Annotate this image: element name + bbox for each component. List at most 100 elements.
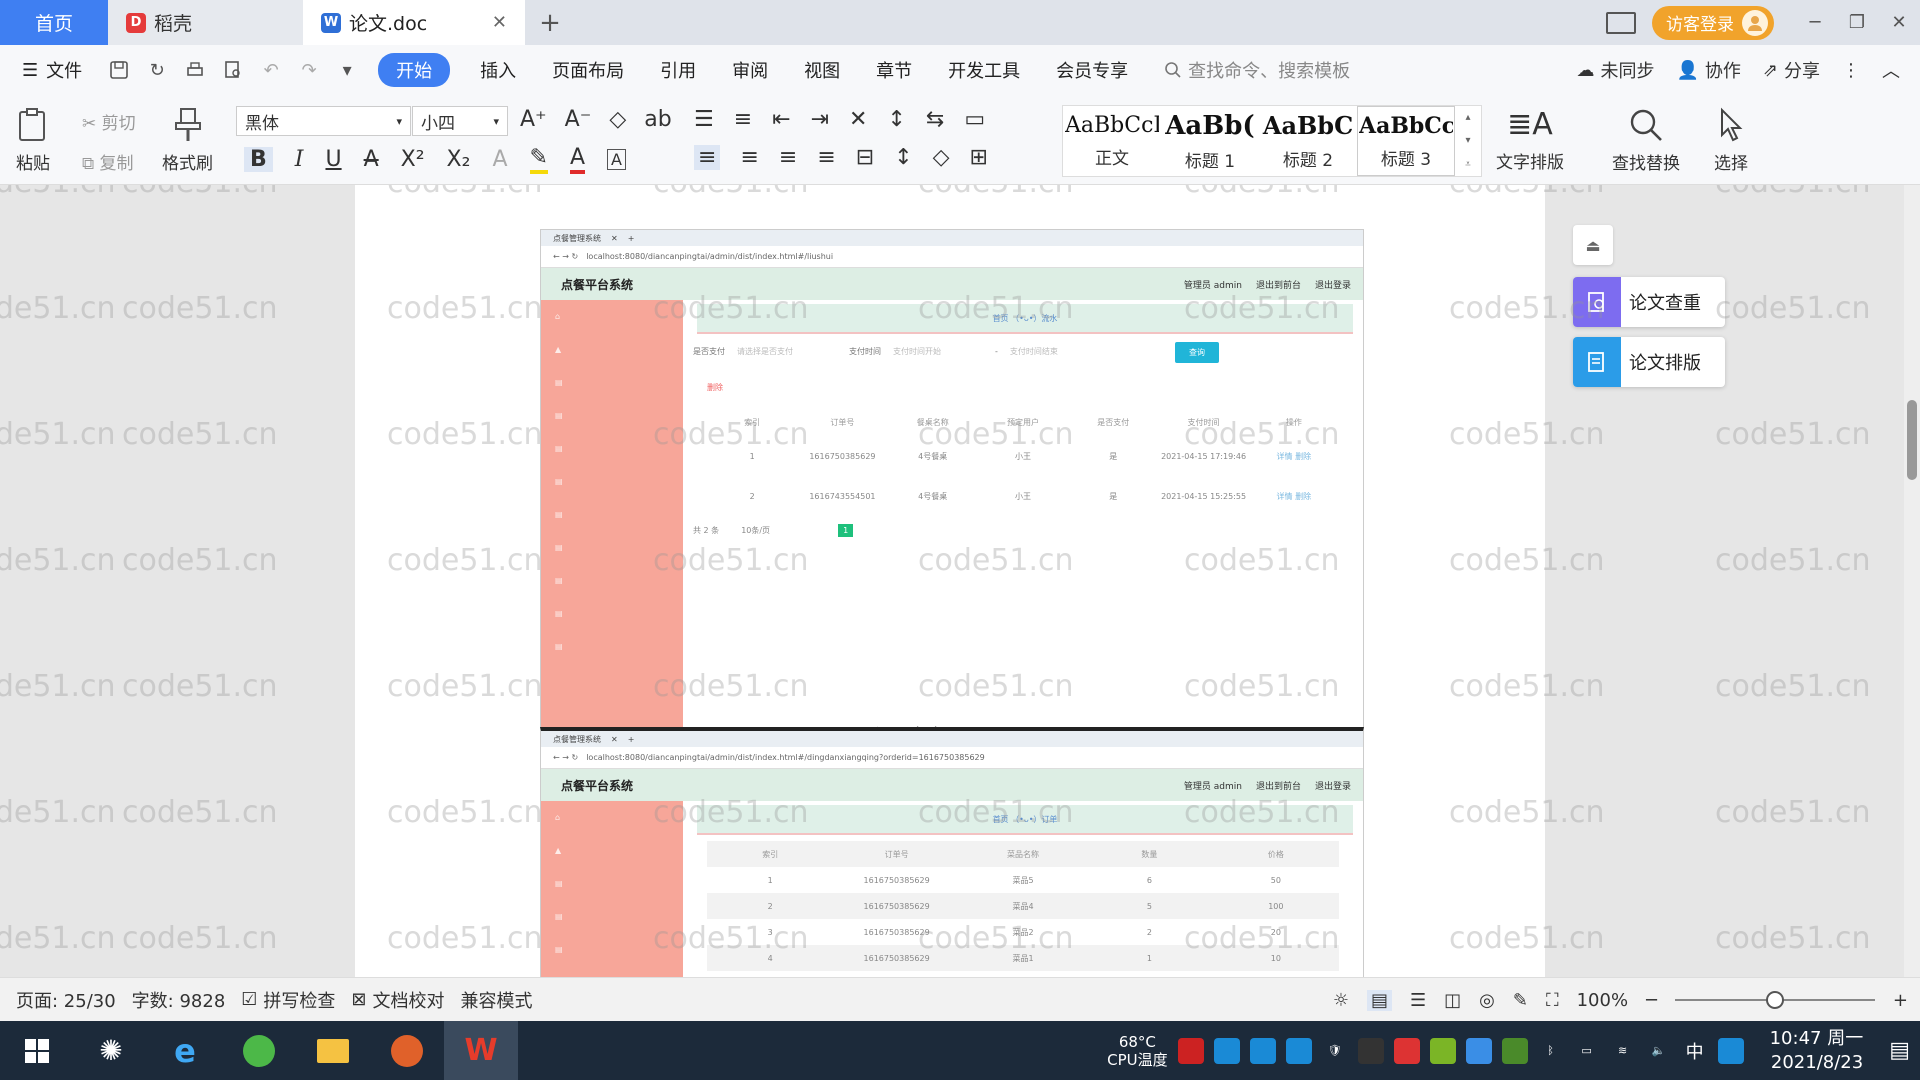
menu-member[interactable]: 会员专享 [1038,57,1146,83]
line-spacing-icon[interactable]: ↕ [894,145,912,170]
ruler-icon[interactable]: ▭ [964,107,985,132]
sort-icon[interactable]: ↕ [887,107,905,132]
reading-view-icon[interactable]: ◫ [1444,990,1461,1011]
phonetic-icon[interactable]: ab [644,107,671,132]
zoom-slider-knob[interactable] [1765,991,1784,1009]
tab-daoke[interactable]: D 稻壳 [108,0,303,45]
indent-icon[interactable]: ⇥ [811,107,829,132]
start-button[interactable] [0,1021,74,1080]
taskbar-app-explorer[interactable] [296,1021,370,1080]
bold-icon[interactable]: B [244,147,273,172]
print-preview-icon[interactable] [220,57,246,83]
align-right-icon[interactable]: ≡ [779,145,797,170]
menu-insert[interactable]: 插入 [462,57,534,83]
volume-icon[interactable]: 🔈 [1646,1038,1672,1064]
tray-app-icon[interactable] [1393,1037,1420,1064]
page-view-icon[interactable]: ▤ [1367,989,1393,1011]
copy-button[interactable]: ⧉ 复制 [82,149,134,174]
menu-start[interactable]: 开始 [378,53,451,87]
embedded-screenshot-order-detail[interactable]: 点餐管理系统 ✕ + ← → ↻ localhost:8080/diancanp… [540,727,1364,977]
word-count[interactable]: 字数: 9828 [132,987,226,1013]
menu-view[interactable]: 视图 [786,57,858,83]
style-heading-3[interactable]: AaBbCcI 标题 3 [1357,106,1455,176]
vertical-scrollbar[interactable] [1904,185,1920,977]
taskbar-app-pinwheel[interactable]: ✺ [74,1021,148,1080]
sync-button[interactable]: ☁ 未同步 [1576,57,1654,83]
bullet-list-icon[interactable]: ☰ [694,107,714,132]
minimize-button[interactable]: ─ [1794,12,1836,33]
gallery-down-icon[interactable]: ▾ [1465,135,1470,146]
wifi-icon[interactable]: ≋ [1610,1038,1636,1064]
taskbar-app-game[interactable] [370,1021,444,1080]
style-heading-1[interactable]: AaBb( 标题 1 [1161,106,1259,176]
notification-icon[interactable]: ▤ [1889,1038,1910,1063]
guest-login-button[interactable]: 访客登录 [1652,5,1774,40]
text-direction-icon[interactable]: ⇆ [926,107,944,132]
tray-app-icon[interactable] [1213,1037,1240,1064]
zoom-level[interactable]: 100% [1577,990,1628,1011]
paste-button[interactable]: 粘贴 [16,107,50,174]
command-search[interactable]: 查找命令、搜索模板 [1164,57,1350,83]
output-icon[interactable]: ↻ [144,57,170,83]
spell-check-button[interactable]: ☑ 拼写检查 [241,987,335,1013]
taskbar-app-ie[interactable]: e [148,1021,222,1080]
gallery-up-icon[interactable]: ▴ [1465,112,1470,123]
chinese-layout-icon[interactable]: ✕ [849,107,867,132]
italic-icon[interactable]: I [295,147,304,172]
menu-chapter[interactable]: 章节 [858,57,930,83]
web-view-icon[interactable]: ◎ [1479,990,1495,1011]
underline-icon[interactable]: U [325,147,341,172]
text-layout-button[interactable]: ≣A 文字排版 [1496,107,1564,173]
scroll-thumb[interactable] [1907,400,1917,480]
char-border-icon[interactable]: A [607,149,626,170]
shading-icon[interactable]: ◇ [933,145,950,170]
panel-collapse-button[interactable]: ⏏ [1573,225,1613,265]
paper-layout-button[interactable]: 论文排版 [1573,337,1725,387]
tray-app-icon[interactable] [1249,1037,1276,1064]
cut-button[interactable]: ✂ 剪切 [82,109,136,134]
grow-font-icon[interactable]: A⁺ [520,107,547,132]
menu-review[interactable]: 审阅 [714,57,786,83]
outline-view-icon[interactable]: ☰ [1410,990,1426,1011]
style-normal[interactable]: AaBbCcI 正文 [1063,106,1161,176]
font-size-select[interactable]: 小四 ▾ [412,106,508,136]
more-dropdown-icon[interactable]: ▾ [334,57,360,83]
taskbar-app-wps[interactable]: W [444,1021,518,1080]
menu-page-layout[interactable]: 页面布局 [534,57,642,83]
proofread-button[interactable]: ⊠ 文档校对 [351,987,444,1013]
close-tab-icon[interactable]: ✕ [492,12,507,33]
page-count[interactable]: 页面: 25/30 [16,987,116,1013]
menu-file[interactable]: ☰ 文件 [0,57,100,83]
outdent-icon[interactable]: ⇤ [772,107,790,132]
align-left-icon[interactable]: ≡ [694,145,721,170]
collapse-ribbon-icon[interactable]: ︿ [1882,57,1900,83]
subscript-icon[interactable]: X₂ [447,147,471,172]
ime-indicator[interactable]: 中 [1682,1038,1708,1064]
zoom-slider[interactable] [1674,991,1875,1009]
superscript-icon[interactable]: X² [401,147,425,172]
paper-check-button[interactable]: 论文查重 [1573,277,1725,327]
layout-icon[interactable] [1606,11,1636,34]
cpu-temp[interactable]: 68°C CPU温度 [1107,1033,1168,1069]
bluetooth-icon[interactable]: ᛒ [1538,1038,1564,1064]
zoom-in-button[interactable]: + [1893,990,1908,1011]
collab-button[interactable]: 👤 协作 [1676,57,1740,83]
tray-app-icon[interactable] [1717,1037,1744,1064]
undo-icon[interactable]: ↶ [258,57,284,83]
save-icon[interactable] [106,57,132,83]
nvidia-icon[interactable] [1501,1037,1528,1064]
strikethrough-icon[interactable]: A [364,147,379,172]
tray-app-icon[interactable] [1285,1037,1312,1064]
shield-icon[interactable]: 🛡 [1322,1038,1348,1064]
gallery-expand-icon[interactable]: ⩡ [1465,159,1471,170]
eye-protect-icon[interactable]: ☼ [1333,990,1349,1011]
tray-app-icon[interactable] [1357,1037,1384,1064]
write-mode-icon[interactable]: ✎ [1513,990,1528,1011]
tab-home[interactable]: 首页 [0,0,108,45]
more-icon[interactable]: ⋮ [1842,60,1860,81]
close-window-button[interactable]: ✕ [1878,12,1920,33]
tray-app-icon[interactable] [1177,1037,1204,1064]
clear-format-icon[interactable]: ◇ [609,107,626,132]
borders-icon[interactable]: ⊞ [970,145,988,170]
clock[interactable]: 10:47 周一 2021/8/23 [1770,1027,1864,1075]
